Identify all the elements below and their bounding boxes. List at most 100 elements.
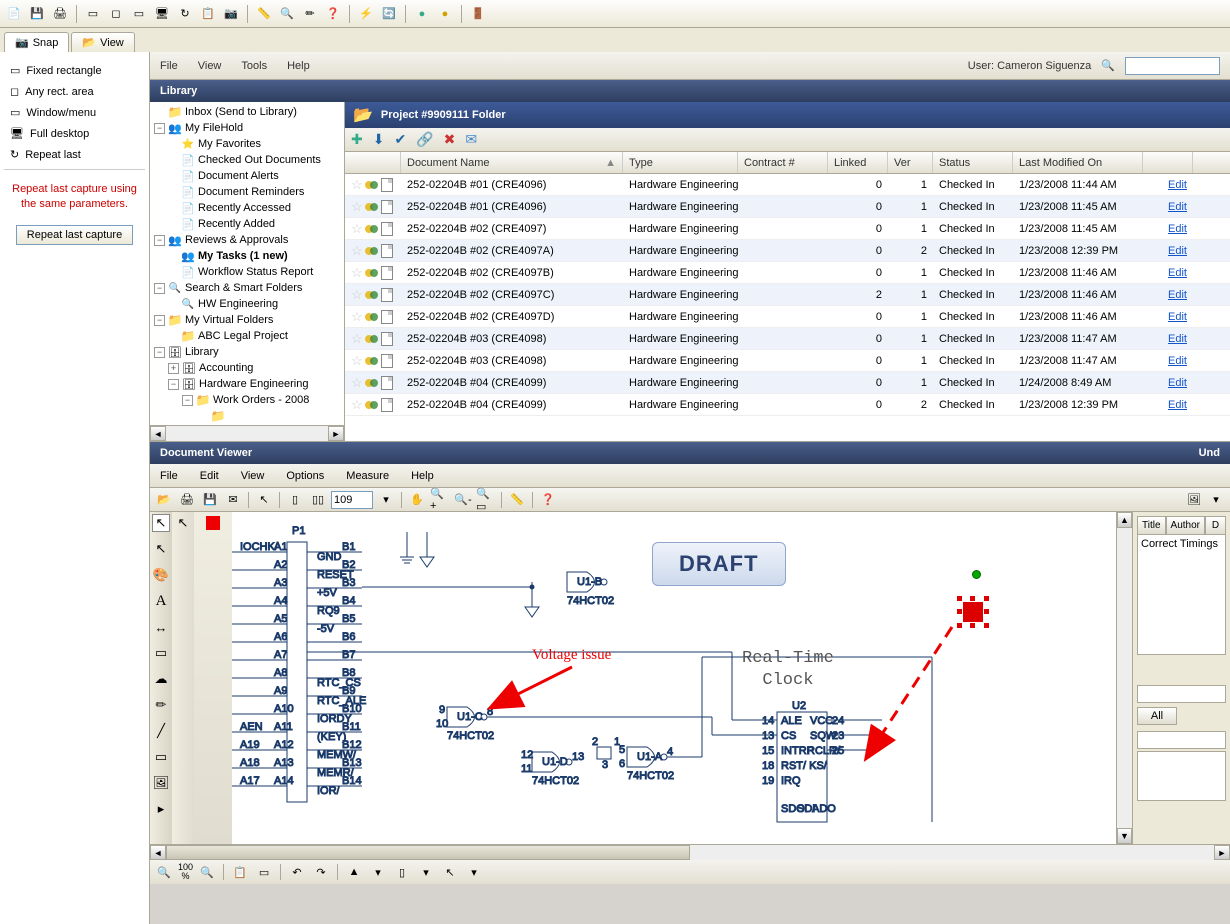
schematic-canvas[interactable]: P1 A1B1IOCHK/GNDA2B2RESETA3B3+5VA4B4RQ9A… [232,512,1116,844]
col-type[interactable]: Type [623,152,738,173]
tree-abc-legal[interactable]: ABC Legal Project [150,328,344,344]
favorite-star-icon[interactable]: ☆ [351,177,363,193]
hscroll-thumb[interactable] [166,845,690,860]
vcursor-icon[interactable]: ↖ [254,490,274,510]
favorite-star-icon[interactable]: ☆ [351,287,363,303]
collapse-icon[interactable]: − [154,235,165,246]
side-tab-d[interactable]: D [1205,516,1226,534]
zoom-icon[interactable]: 🔍 [277,4,297,24]
side-tab-title[interactable]: Title [1137,516,1166,534]
edit-link[interactable]: Edit [1143,355,1193,367]
vpage-icon[interactable]: ▯ [285,490,305,510]
tree-checkedout[interactable]: Checked Out Documents [150,152,344,168]
viewer-h-scrollbar[interactable]: ◄ ► [150,844,1230,860]
vhand-icon[interactable]: ✋ [407,490,427,510]
print-icon[interactable]: 🖨 [50,4,70,24]
bflip-d-icon[interactable]: ▾ [368,862,388,882]
undo-label[interactable]: Und [1199,447,1220,459]
rect-icon[interactable]: ◻ [106,4,126,24]
zoom-dropdown-icon[interactable]: ▾ [376,490,396,510]
search-icon[interactable]: 🔍 [1101,59,1115,72]
ruler-icon[interactable]: 📏 [254,4,274,24]
tree-virtual[interactable]: −My Virtual Folders [150,312,344,328]
selection-marker[interactable] [960,599,986,625]
edit-link[interactable]: Edit [1143,201,1193,213]
favorite-star-icon[interactable]: ☆ [351,375,363,391]
tool8-icon[interactable]: 📷 [221,4,241,24]
yellow-circle-icon[interactable]: ● [435,4,455,24]
repeat-icon[interactable]: ↻ [175,4,195,24]
tree-hardware-eng[interactable]: −Hardware Engineering [150,376,344,392]
collapse-icon[interactable]: − [154,315,165,326]
edit-link[interactable]: Edit [1143,267,1193,279]
menu-file[interactable]: File [160,60,178,72]
tree-recent[interactable]: Recently Accessed [150,200,344,216]
col-linked[interactable]: Linked [828,152,888,173]
select-tool-icon[interactable]: ↖ [152,540,170,558]
expand-icon[interactable]: + [168,363,179,374]
favorite-star-icon[interactable]: ☆ [351,309,363,325]
tree-recently-added[interactable]: Recently Added [150,216,344,232]
text-tool-icon[interactable]: A [152,592,170,610]
collapse-icon[interactable]: − [182,395,193,406]
collapse-icon[interactable]: − [154,123,165,134]
table-row[interactable]: ☆252-02204B #03 (CRE4098)Hardware Engine… [345,328,1230,350]
tree-inbox[interactable]: Inbox (Send to Library) [150,104,344,120]
repeat-last-capture-button[interactable]: Repeat last capture [16,225,133,245]
brect-icon[interactable]: ▯ [392,862,412,882]
desktop-icon[interactable]: 🖥 [152,4,172,24]
tool7-icon[interactable]: 📋 [198,4,218,24]
mail-icon[interactable]: ✉ [465,131,477,148]
all-button[interactable]: All [1137,707,1177,725]
tree-h-scrollbar[interactable]: ◄ ► [150,425,344,441]
anchor-handle[interactable] [972,570,981,579]
col-last-modified[interactable]: Last Modified On [1013,152,1143,173]
side-tab-author[interactable]: Author [1166,516,1205,534]
vzoomin-icon[interactable]: 🔍+ [430,490,450,510]
favorite-star-icon[interactable]: ☆ [351,221,363,237]
download-icon[interactable]: ⬇ [373,131,385,148]
draft-stamp[interactable]: DRAFT [652,542,786,586]
col-ver[interactable]: Ver [888,152,933,173]
favorite-star-icon[interactable]: ☆ [351,331,363,347]
check-icon[interactable]: ✔ [394,131,406,148]
bcursor-d-icon[interactable]: ▾ [464,862,484,882]
vhelp-icon[interactable]: ❓ [538,490,558,510]
scroll-left-icon[interactable]: ◄ [150,426,166,441]
viewer-v-scrollbar[interactable]: ▲ ▼ [1116,512,1132,844]
vopen-icon[interactable]: 📂 [154,490,174,510]
window-icon[interactable]: ▭ [129,4,149,24]
rect-tool-icon[interactable]: ▭ [152,748,170,766]
edit-link[interactable]: Edit [1143,311,1193,323]
tree-my-tasks[interactable]: My Tasks (1 new) [150,248,344,264]
capture-window[interactable]: ▭Window/menu [4,102,145,123]
tree-work-orders[interactable]: −Work Orders - 2008 [150,392,344,408]
table-row[interactable]: ☆252-02204B #02 (CRE4097D)Hardware Engin… [345,306,1230,328]
table-row[interactable]: ☆252-02204B #01 (CRE4096)Hardware Engine… [345,174,1230,196]
vzoomout-icon[interactable]: 🔍- [453,490,473,510]
edit-link[interactable]: Edit [1143,223,1193,235]
capture-full-desktop[interactable]: 🖥Full desktop [4,123,145,144]
edit-link[interactable]: Edit [1143,377,1193,389]
tree-workflow-status[interactable]: Workflow Status Report [150,264,344,280]
pencil-tool-icon[interactable]: ✏ [152,696,170,714]
menu-help[interactable]: Help [287,60,310,72]
help-icon[interactable]: ❓ [323,4,343,24]
tab-snap[interactable]: 📷Snap [4,32,69,52]
rect-dashed-icon[interactable]: ▭ [83,4,103,24]
tree-library[interactable]: −Library [150,344,344,360]
edit-link[interactable]: Edit [1143,179,1193,191]
bzoomout-icon[interactable]: 🔍 [197,862,217,882]
edit-link[interactable]: Edit [1143,333,1193,345]
pen-icon[interactable]: ✏ [300,4,320,24]
tree-pane[interactable]: Inbox (Send to Library) −My FileHold My … [150,102,345,441]
scroll-right-icon[interactable]: ► [328,426,344,441]
table-row[interactable]: ☆252-02204B #02 (CRE4097B)Hardware Engin… [345,262,1230,284]
favorite-star-icon[interactable]: ☆ [351,353,363,369]
link-icon[interactable]: 🔗 [416,131,433,148]
delete-icon[interactable]: ✖ [444,131,456,148]
edit-link[interactable]: Edit [1143,245,1193,257]
collapse-icon[interactable]: − [154,347,165,358]
col-document-name[interactable]: Document Name ▲ [401,152,623,173]
image-tool-icon[interactable]: 🖼 [152,774,170,792]
